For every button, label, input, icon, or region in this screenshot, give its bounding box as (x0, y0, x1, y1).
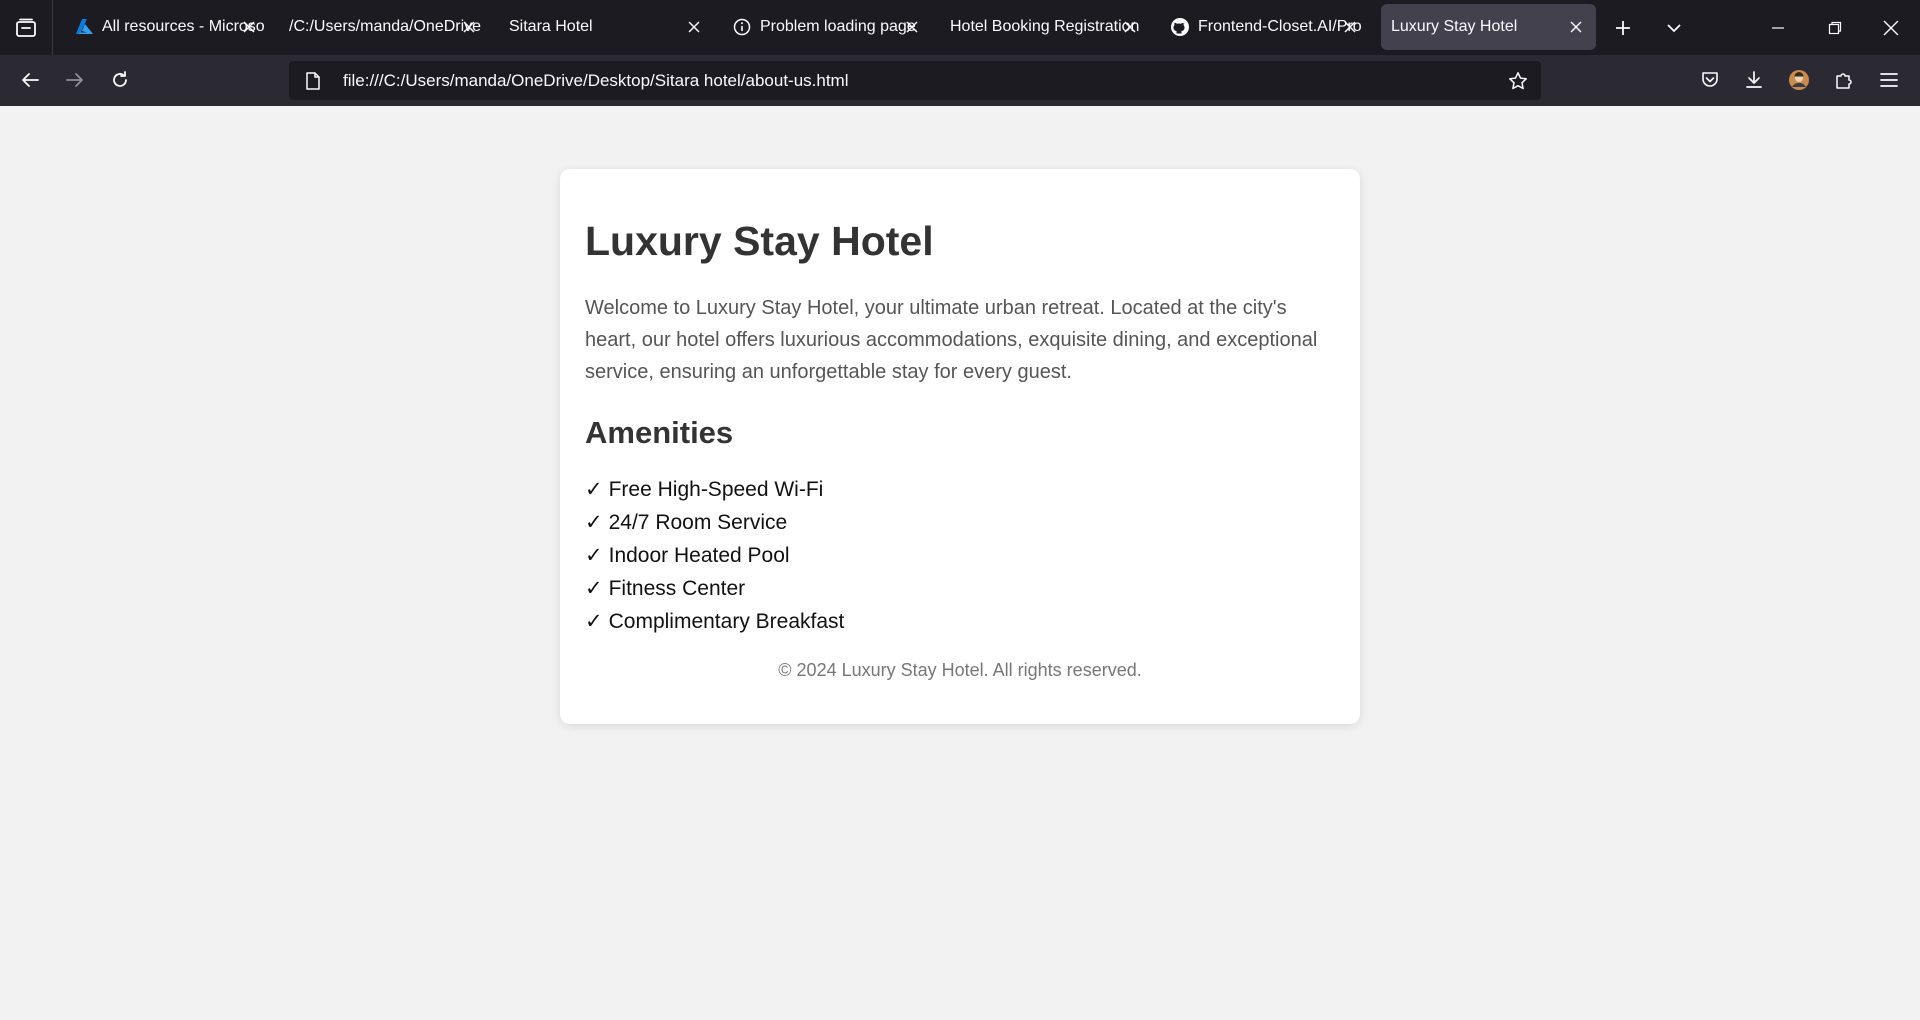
tab-title: /C:/Users/manda/OneDrive (289, 18, 482, 35)
close-tab-icon[interactable] (1120, 17, 1140, 37)
close-tab-icon[interactable] (459, 17, 479, 37)
info-icon (732, 17, 752, 37)
pocket-icon (1702, 72, 1718, 87)
restore-button[interactable] (1817, 10, 1853, 46)
navigation-toolbar: file:///C:/Users/manda/OneDrive/Desktop/… (0, 55, 1920, 106)
close-tab-icon[interactable] (684, 17, 704, 37)
tab-title: Hotel Booking Registration (950, 18, 1140, 35)
address-bar[interactable]: file:///C:/Users/manda/OneDrive/Desktop/… (289, 61, 1541, 100)
plus-icon (1616, 21, 1630, 35)
page-icon[interactable] (303, 71, 323, 91)
tab-luxury-stay-hotel[interactable]: Luxury Stay Hotel (1381, 4, 1596, 50)
amenity-item: ✓ Complimentary Breakfast (585, 605, 1335, 638)
checkmark-icon: ✓ (585, 544, 603, 568)
close-tab-icon[interactable] (1340, 17, 1360, 37)
puzzle-icon (1836, 73, 1852, 89)
amenity-item: ✓ Indoor Heated Pool (585, 539, 1335, 572)
checkmark-icon: ✓ (585, 610, 603, 634)
footer-copyright: © 2024 Luxury Stay Hotel. All rights res… (778, 660, 1142, 681)
close-tab-icon[interactable] (1566, 17, 1586, 37)
firefox-view-icon (16, 18, 36, 37)
amenity-label: Free High-Speed Wi-Fi (608, 478, 824, 502)
avatar-icon (1789, 70, 1809, 90)
about-card: Luxury Stay Hotel Welcome to Luxury Stay… (560, 169, 1360, 724)
amenities-heading: Amenities (585, 415, 734, 451)
checkmark-icon: ✓ (585, 511, 603, 535)
amenity-label: Fitness Center (608, 577, 746, 601)
bookmark-star-icon[interactable] (1503, 66, 1533, 96)
amenity-item: ✓ Free High-Speed Wi-Fi (585, 473, 1335, 506)
hamburger-menu-icon (1880, 73, 1898, 87)
tab-github-frontend[interactable]: Frontend-Closet.AI/Pro (1156, 4, 1366, 50)
extensions-button[interactable] (1825, 61, 1863, 99)
tab-bar: All resources - Microsoft /C:/Users/mand… (0, 0, 1920, 55)
tab-hotel-booking[interactable]: Hotel Booking Registration (936, 4, 1146, 50)
amenity-label: Complimentary Breakfast (608, 610, 845, 634)
account-button[interactable] (1780, 61, 1818, 99)
browser-chrome: All resources - Microsoft /C:/Users/mand… (0, 0, 1920, 106)
menu-button[interactable] (1870, 61, 1908, 99)
azure-icon (74, 17, 94, 37)
new-tab-button[interactable] (1605, 10, 1641, 46)
chevron-down-icon (1667, 24, 1681, 33)
minimize-icon (1772, 27, 1784, 29)
minimize-button[interactable] (1760, 10, 1796, 46)
url-text[interactable]: file:///C:/Users/manda/OneDrive/Desktop/… (343, 71, 849, 91)
list-all-tabs-button[interactable] (1656, 10, 1692, 46)
checkmark-icon: ✓ (585, 577, 603, 601)
close-tab-icon[interactable] (902, 17, 922, 37)
downloads-button[interactable] (1735, 61, 1773, 99)
pocket-button[interactable] (1691, 61, 1729, 99)
page-title: Luxury Stay Hotel (585, 218, 934, 264)
reload-button[interactable] (101, 61, 139, 99)
checkmark-icon: ✓ (585, 478, 603, 502)
tab-sitara-hotel[interactable]: Sitara Hotel (495, 4, 710, 50)
close-tab-icon[interactable] (239, 17, 259, 37)
tab-all-resources[interactable]: All resources - Microsoft (60, 4, 265, 50)
reload-icon (113, 71, 127, 87)
forward-button[interactable] (56, 61, 94, 99)
amenity-item: ✓ Fitness Center (585, 572, 1335, 605)
restore-icon (1828, 21, 1842, 35)
page-viewport: Luxury Stay Hotel Welcome to Luxury Stay… (0, 106, 1920, 1020)
amenity-label: 24/7 Room Service (608, 511, 788, 535)
amenity-label: Indoor Heated Pool (608, 544, 790, 568)
forward-arrow-icon (66, 73, 83, 87)
intro-paragraph: Welcome to Luxury Stay Hotel, your ultim… (585, 297, 1318, 384)
back-arrow-icon (22, 73, 39, 87)
back-button[interactable] (11, 61, 49, 99)
download-icon (1746, 71, 1762, 88)
tab-problem-loading[interactable]: Problem loading page (718, 4, 928, 50)
amenities-list: ✓ Free High-Speed Wi-Fi ✓ 24/7 Room Servic… (585, 473, 1335, 638)
firefox-view-button[interactable] (0, 0, 53, 55)
close-icon (1883, 20, 1899, 36)
close-window-button[interactable] (1873, 10, 1909, 46)
amenity-item: ✓ 24/7 Room Service (585, 506, 1335, 539)
tab-onedrive-path[interactable]: /C:/Users/manda/OneDrive (275, 4, 485, 50)
github-icon (1170, 17, 1190, 37)
tab-title: Sitara Hotel (509, 18, 593, 35)
